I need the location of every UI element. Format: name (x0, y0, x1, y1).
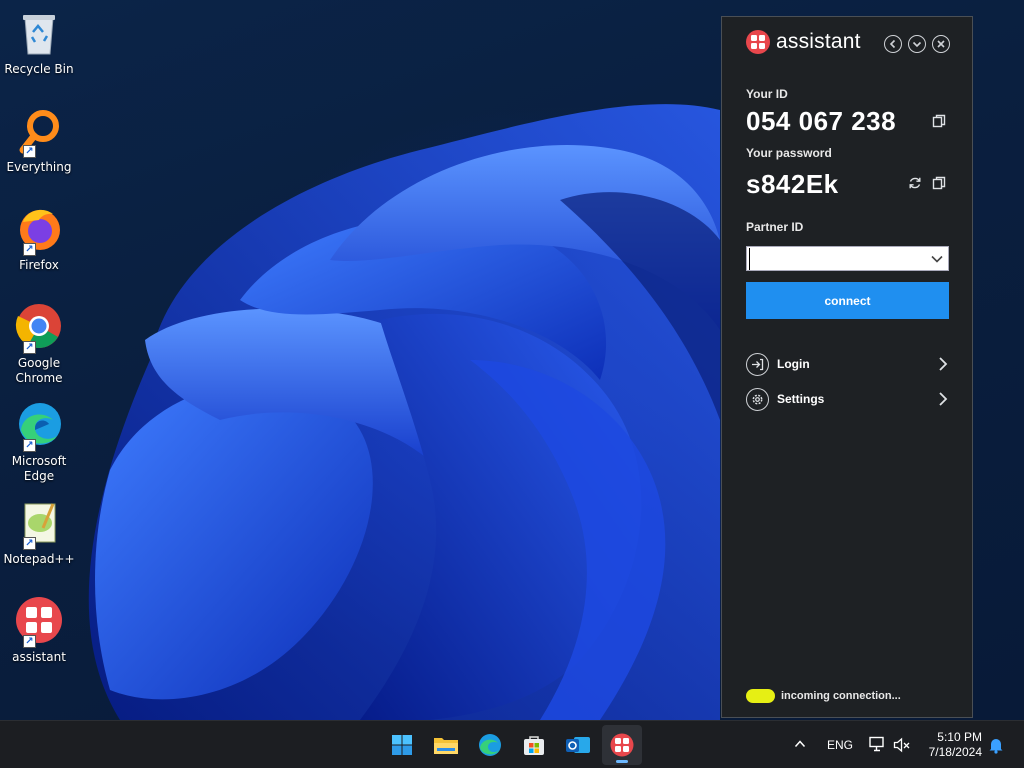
shortcut-arrow-icon: ↗ (23, 341, 36, 354)
taskbar: ENG 5:10 PM 7/18/2024 (0, 720, 1024, 768)
desktop-icon-label: Everything (6, 160, 72, 174)
notepad-plus-plus-icon: ↗ (13, 498, 65, 550)
assistant-app-icon: ↗ (13, 596, 65, 648)
outlook-icon (566, 737, 590, 753)
taskbar-edge[interactable] (470, 725, 510, 765)
close-icon (937, 40, 945, 48)
assistant-logo-icon (746, 30, 770, 54)
partner-id-input[interactable] (749, 247, 930, 270)
everything-search-icon: ↗ (13, 106, 65, 158)
clock[interactable]: 5:10 PM 7/18/2024 (929, 730, 982, 760)
taskbar-store[interactable] (514, 725, 554, 765)
menu-item-label: Login (777, 357, 810, 371)
shortcut-arrow-icon: ↗ (23, 243, 36, 256)
desktop-icon-label: Firefox (19, 258, 59, 272)
menu-item-label: Settings (777, 392, 825, 406)
copy-id-icon[interactable] (932, 114, 946, 128)
shortcut-arrow-icon: ↗ (23, 145, 36, 158)
settings-gear-icon (746, 387, 769, 411)
active-indicator (616, 760, 628, 763)
recycle-bin-icon (13, 8, 65, 60)
speaker-muted-icon[interactable] (893, 737, 911, 753)
your-id-value: 054 067 238 (746, 106, 897, 136)
assistant-brand: assistant (746, 30, 861, 54)
edge-icon: ↗ (13, 400, 65, 452)
shortcut-arrow-icon: ↗ (23, 635, 36, 648)
menu-item-settings[interactable]: Settings (746, 386, 949, 412)
desktop-icon-everything[interactable]: ↗ Everything (2, 106, 76, 175)
assistant-icon (610, 733, 634, 757)
copy-password-icon[interactable] (932, 176, 946, 190)
notification-bell-icon[interactable] (988, 737, 1004, 754)
partner-id-label: Partner ID (746, 220, 804, 234)
desktop-icon-label: Google Chrome (15, 356, 63, 385)
desktop-icon-assistant[interactable]: ↗ assistant (2, 596, 76, 665)
shortcut-arrow-icon: ↗ (23, 439, 36, 452)
chevron-down-icon (912, 41, 922, 48)
connection-status: incoming connection... (746, 689, 901, 703)
clock-time: 5:10 PM (937, 730, 982, 744)
desktop-icon-label: Recycle Bin (4, 62, 74, 76)
desktop-icon-label: assistant (12, 650, 66, 664)
taskbar-file-explorer[interactable] (426, 725, 466, 765)
chevron-left-icon (889, 39, 896, 49)
window-controls (884, 35, 950, 53)
desktop-icon-label: Notepad++ (3, 552, 75, 566)
desktop-icon-notepad-plus-plus[interactable]: ↗ Notepad++ (2, 498, 76, 567)
taskbar-assistant[interactable] (602, 725, 642, 765)
desktop-icon-recycle-bin[interactable]: Recycle Bin (2, 8, 76, 77)
partner-id-combobox[interactable] (746, 246, 949, 271)
store-icon (524, 736, 544, 755)
chevron-right-icon (939, 357, 948, 371)
chevron-right-icon (939, 392, 948, 406)
status-indicator (746, 689, 775, 703)
connect-button[interactable]: connect (746, 282, 949, 319)
password-value: s842Ek (746, 169, 839, 199)
desktop-icon-label: Microsoft Edge (11, 454, 67, 483)
chrome-icon: ↗ (13, 302, 65, 354)
desktop-icon-microsoft-edge[interactable]: ↗ Microsoft Edge (2, 400, 76, 484)
start-icon (392, 735, 412, 755)
desktop-icon-google-chrome[interactable]: ↗ Google Chrome (2, 302, 76, 386)
close-button[interactable] (932, 35, 950, 53)
login-icon (746, 352, 769, 376)
assistant-title: assistant (776, 30, 861, 53)
network-icon[interactable] (868, 736, 886, 752)
back-button[interactable] (884, 35, 902, 53)
edge-icon (479, 734, 501, 756)
start-button[interactable] (382, 725, 422, 765)
language-indicator[interactable]: ENG (827, 738, 853, 752)
show-hidden-icons-chevron-up-icon[interactable] (794, 739, 806, 749)
menu-item-login[interactable]: Login (746, 351, 949, 377)
your-id-label: Your ID (746, 87, 788, 101)
refresh-password-icon[interactable] (908, 176, 922, 190)
file-explorer-icon (434, 738, 458, 754)
firefox-icon: ↗ (13, 204, 65, 256)
shortcut-arrow-icon: ↗ (23, 537, 36, 550)
minimize-button[interactable] (908, 35, 926, 53)
status-text: incoming connection... (781, 690, 901, 702)
desktop-icon-firefox[interactable]: ↗ Firefox (2, 204, 76, 273)
assistant-window: assistant Your ID 054 067 238 Your passw… (721, 16, 973, 718)
taskbar-outlook[interactable] (558, 725, 598, 765)
chevron-down-icon[interactable] (930, 252, 944, 266)
clock-date: 7/18/2024 (928, 745, 982, 759)
password-label: Your password (746, 146, 832, 160)
